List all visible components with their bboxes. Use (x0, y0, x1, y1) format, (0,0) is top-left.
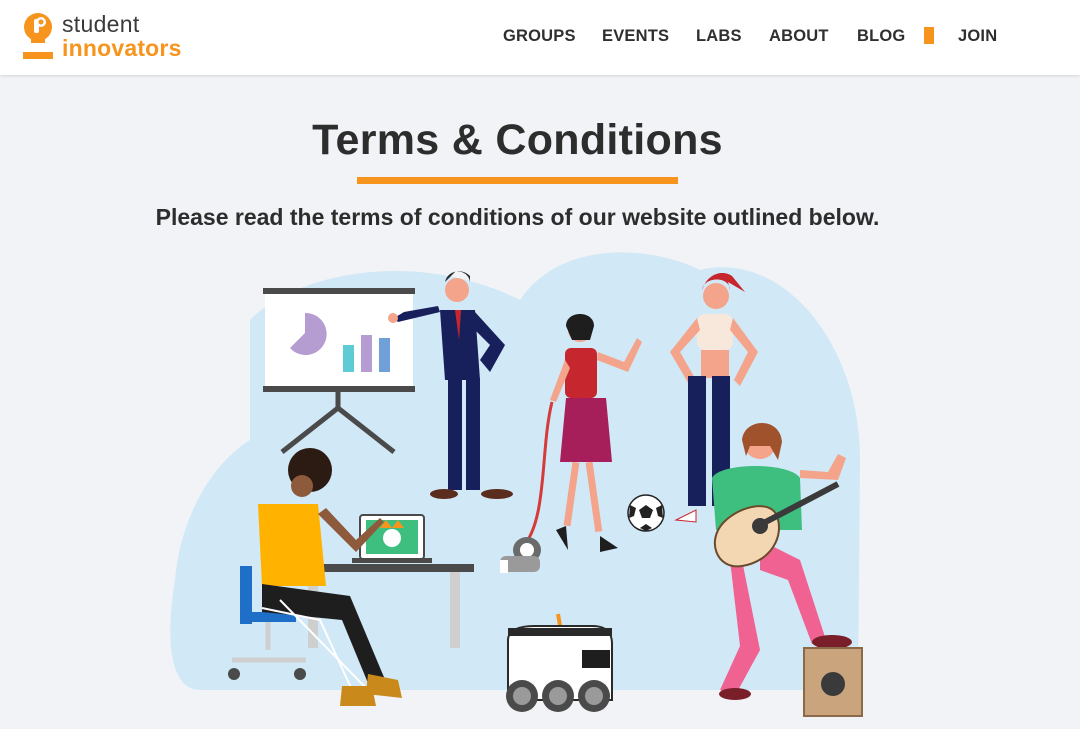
speaker-box-icon (803, 647, 863, 717)
delivery-robot-icon (506, 613, 613, 712)
team-illustration (170, 252, 863, 717)
soccer-ball-icon (627, 494, 665, 532)
